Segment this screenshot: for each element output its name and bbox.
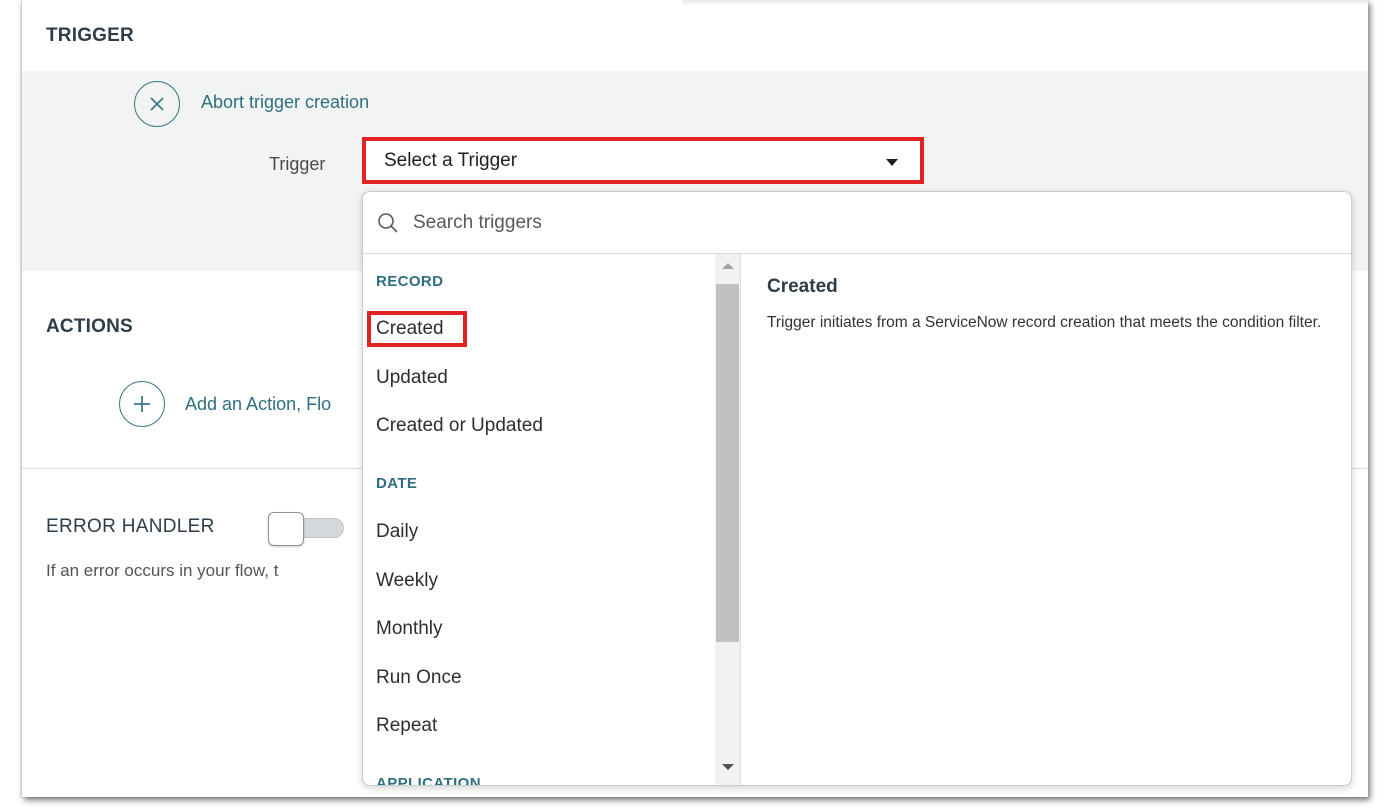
search-triggers-input[interactable] — [413, 206, 1313, 240]
trigger-option-repeat[interactable]: Repeat — [376, 715, 437, 737]
scroll-up-arrow-icon[interactable] — [722, 263, 734, 269]
caret-down-icon — [886, 159, 898, 166]
trigger-select-value: Select a Trigger — [384, 149, 518, 171]
top-strip — [682, 0, 1368, 6]
scroll-thumb[interactable] — [716, 284, 739, 642]
trigger-section-title: TRIGGER — [46, 25, 134, 46]
trigger-option-created[interactable]: Created — [376, 318, 444, 340]
error-handler-title: ERROR HANDLER — [46, 516, 215, 537]
trigger-option-daily[interactable]: Daily — [376, 521, 418, 543]
trigger-option-monthly[interactable]: Monthly — [376, 618, 443, 640]
trigger-detail-pane: Created Trigger initiates from a Service… — [767, 276, 1327, 334]
trigger-detail-description: Trigger initiates from a ServiceNow reco… — [767, 314, 1322, 331]
error-handler-description: If an error occurs in your flow, t — [46, 561, 279, 580]
add-action-button[interactable] — [119, 381, 165, 427]
trigger-option-run-once[interactable]: Run Once — [376, 667, 462, 689]
trigger-list: RECORD Created Updated Created or Update… — [363, 254, 715, 786]
trigger-field-label: Trigger — [269, 154, 326, 174]
group-header-date: DATE — [376, 475, 418, 492]
close-icon — [150, 97, 164, 111]
actions-section-title: ACTIONS — [46, 316, 133, 337]
group-header-record: RECORD — [376, 273, 444, 290]
plus-icon — [134, 396, 150, 412]
group-header-application: APPLICATION — [376, 775, 481, 786]
abort-trigger-button[interactable] — [134, 81, 180, 127]
trigger-detail-title: Created — [767, 276, 838, 297]
trigger-option-updated[interactable]: Updated — [376, 367, 448, 389]
scroll-down-arrow-icon[interactable] — [722, 764, 734, 770]
trigger-select[interactable]: Select a Trigger — [362, 137, 924, 184]
search-icon — [378, 213, 398, 233]
toggle-knob — [268, 512, 304, 546]
list-scrollbar[interactable] — [715, 254, 741, 785]
flow-designer-panel: TRIGGER Abort trigger creation Trigger S… — [22, 0, 1368, 797]
trigger-option-created-or-updated[interactable]: Created or Updated — [376, 415, 543, 437]
trigger-search-row — [363, 192, 1351, 254]
add-action-link[interactable]: Add an Action, Flo — [185, 394, 331, 415]
abort-trigger-link[interactable]: Abort trigger creation — [201, 92, 369, 113]
trigger-option-weekly[interactable]: Weekly — [376, 570, 438, 592]
error-handler-toggle[interactable] — [268, 512, 346, 546]
trigger-dropdown: RECORD Created Updated Created or Update… — [362, 191, 1352, 786]
